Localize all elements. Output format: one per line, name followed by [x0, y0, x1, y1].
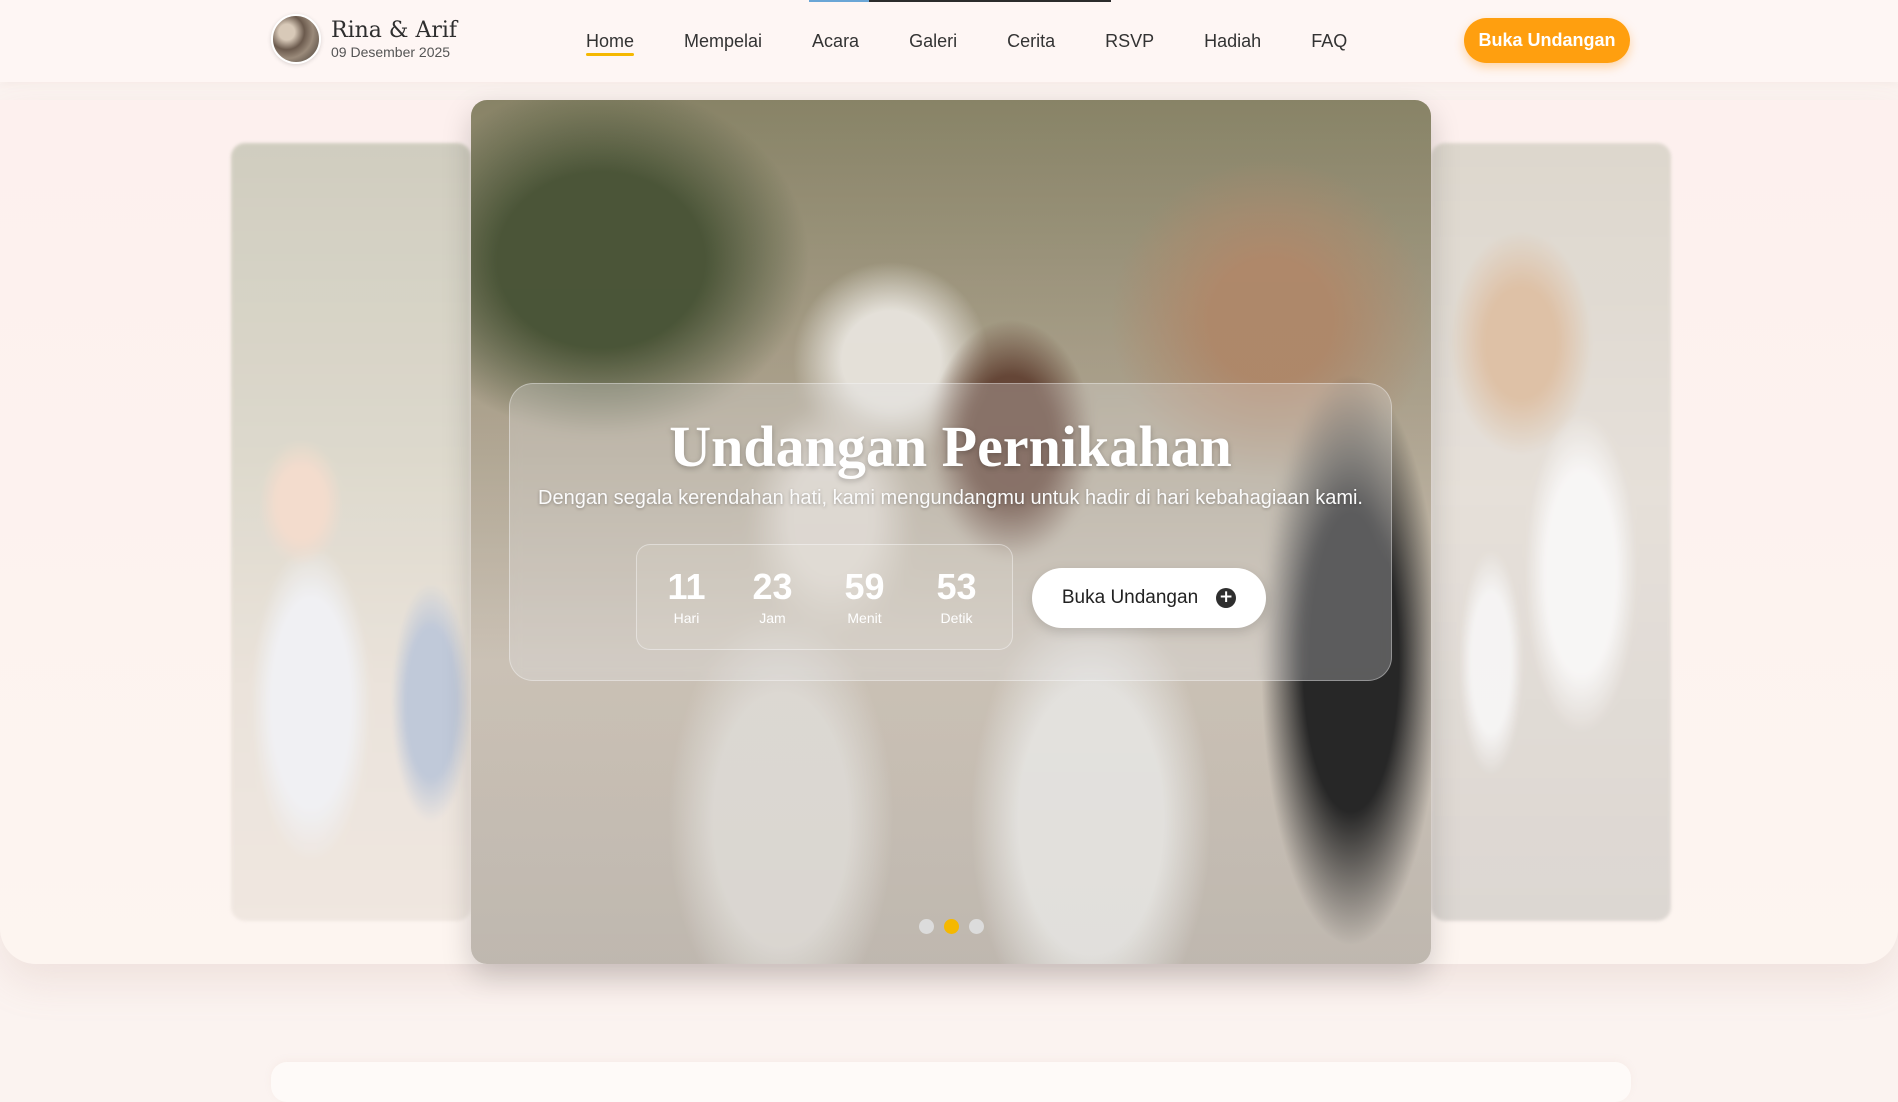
nav-item-faq[interactable]: FAQ [1311, 29, 1347, 53]
brand[interactable]: Rina & Arif 09 Desember 2025 [271, 14, 457, 64]
nav-item-rsvp[interactable]: RSVP [1105, 29, 1154, 53]
next-section-card [271, 1062, 1631, 1102]
nav-item-cerita[interactable]: Cerita [1007, 29, 1055, 53]
countdown-seconds: 53 Detik [911, 567, 1003, 627]
nav-item-home[interactable]: Home [586, 29, 635, 56]
carousel-dots [919, 919, 994, 934]
carousel-dot-2[interactable] [944, 919, 959, 934]
nav-item-hadiah[interactable]: Hadiah [1204, 29, 1261, 53]
site-header: Rina & Arif 09 Desember 2025 Home Mempel… [0, 0, 1898, 82]
open-invitation-label: Buka Undangan [1061, 587, 1199, 608]
carousel-dot-1[interactable] [919, 919, 934, 934]
nav-item-galeri[interactable]: Galeri [909, 29, 957, 53]
nav-item-acara[interactable]: Acara [812, 29, 859, 53]
countdown-value: 23 [752, 566, 793, 607]
brand-title: Rina & Arif [331, 18, 458, 43]
countdown-value: 59 [844, 566, 885, 607]
plus-circle-icon: + [1216, 588, 1237, 608]
countdown-timer: 11 Hari 23 Jam 59 Menit 53 Detik [636, 544, 1013, 650]
countdown-label: Jam [759, 610, 786, 626]
countdown-label: Hari [673, 610, 700, 626]
hero-subtitle: Dengan segala kerendahan hati, kami meng… [538, 487, 1363, 509]
countdown-value: 11 [667, 566, 706, 607]
carousel-dot-3[interactable] [969, 919, 984, 934]
countdown-hours: 23 Jam [727, 567, 819, 627]
countdown-minutes: 59 Menit [819, 567, 911, 627]
hero-glass-panel: Undangan Pernikahan Dengan segala kerend… [509, 383, 1392, 681]
main-nav: Home Mempelai Acara Galeri Cerita RSVP H… [586, 29, 1397, 56]
carousel-prev-slide[interactable] [231, 143, 471, 921]
couple-avatar [271, 14, 321, 64]
brand-date: 09 Desember 2025 [331, 44, 451, 60]
carousel-next-slide[interactable] [1431, 143, 1671, 921]
countdown-label: Menit [847, 610, 882, 626]
countdown-label: Detik [940, 610, 973, 626]
countdown-value: 53 [936, 566, 977, 607]
hero-title: Undangan Pernikahan [669, 414, 1232, 479]
open-invitation-hero-button[interactable]: Buka Undangan + [1032, 568, 1266, 628]
open-invitation-header-button[interactable]: Buka Undangan [1464, 18, 1630, 63]
nav-item-mempelai[interactable]: Mempelai [684, 29, 762, 53]
scroll-progress-bar [809, 0, 1111, 2]
scroll-progress-fill [809, 0, 869, 2]
countdown-days: 11 Hari [647, 567, 727, 627]
